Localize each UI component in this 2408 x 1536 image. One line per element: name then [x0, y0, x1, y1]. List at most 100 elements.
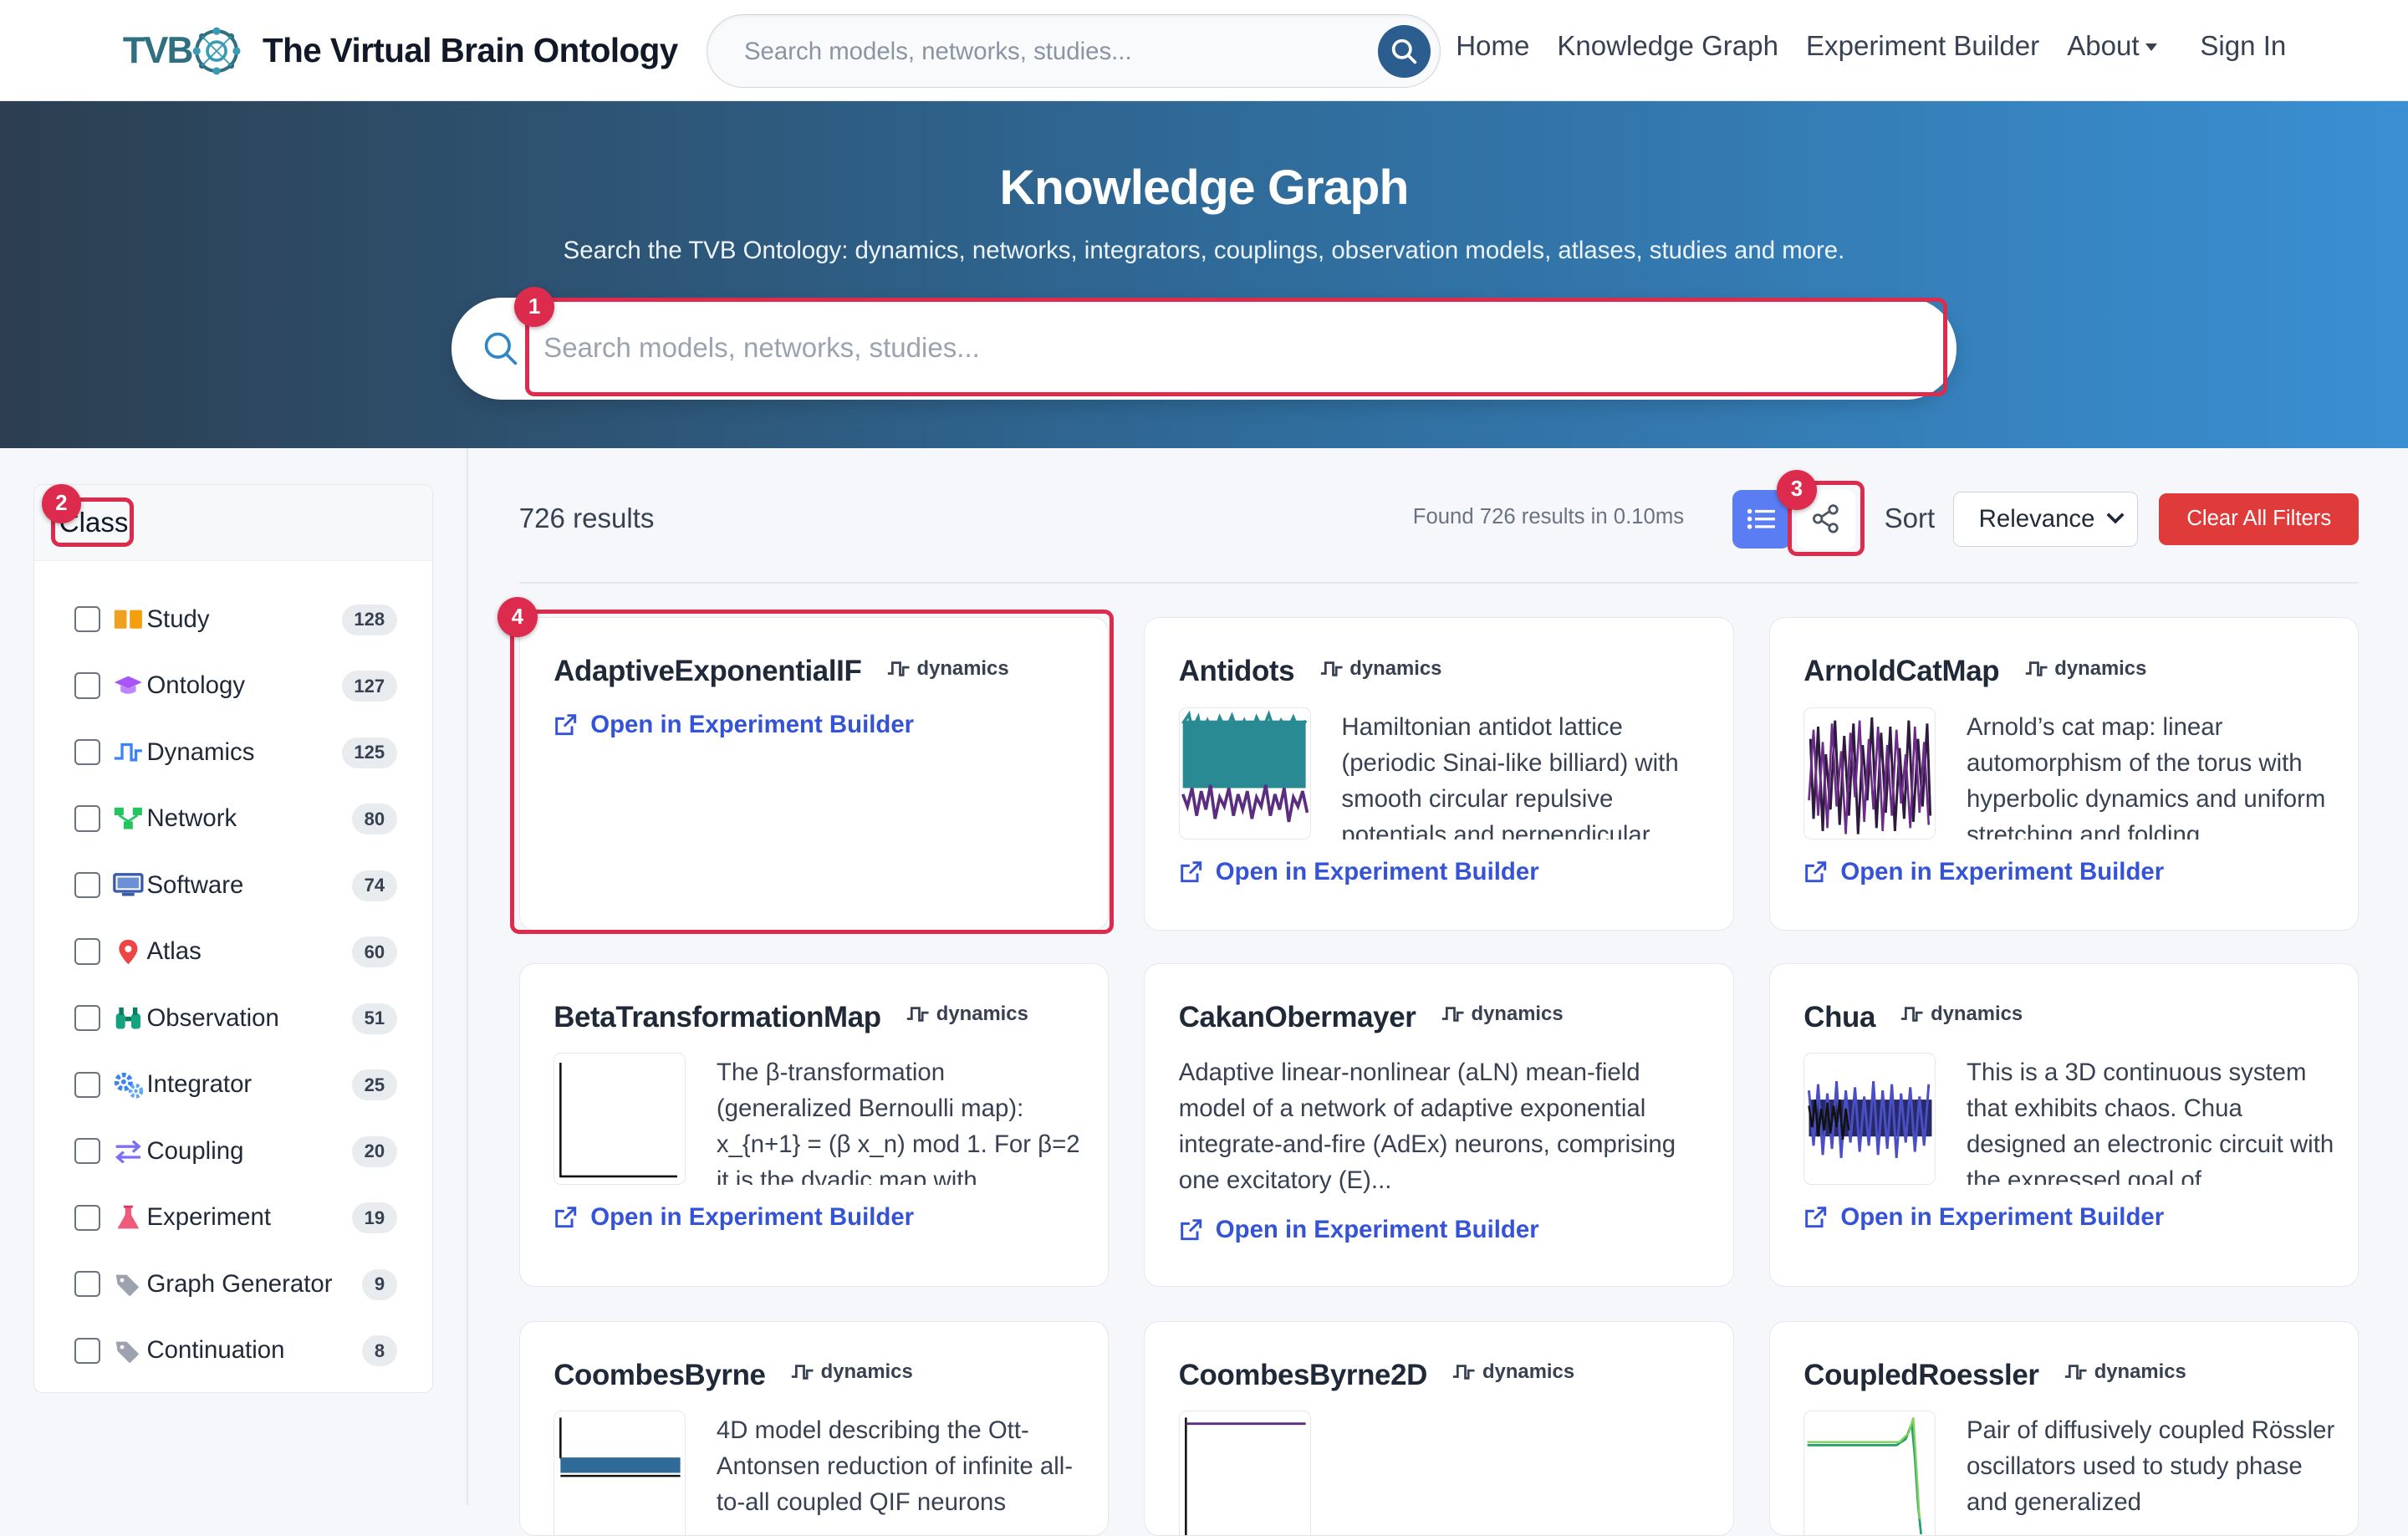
facet-checkbox[interactable]	[74, 805, 101, 832]
facet-graph-generator[interactable]: Graph Generator 9	[74, 1251, 397, 1318]
card-description: This is a 3D continuous system that exhi…	[1966, 1058, 2334, 1186]
class-badge: dynamics	[1441, 1003, 1564, 1026]
open-in-experiment-builder-link[interactable]: Open in Experiment Builder	[554, 1203, 914, 1232]
card-title[interactable]: CakanObermayer	[1179, 1001, 1416, 1033]
facet-checkbox[interactable]	[74, 605, 101, 633]
sort-select[interactable]: Relevance	[1953, 491, 2138, 547]
facet-label: Continuation	[146, 1336, 285, 1365]
facet-continuation[interactable]: Continuation 8	[74, 1317, 397, 1384]
waveform-icon	[1320, 661, 1343, 676]
facet-software[interactable]: Software 74	[74, 852, 397, 919]
flask-icon	[113, 1204, 144, 1232]
brand[interactable]: TVB The Virtual Brain Ontology	[123, 22, 678, 80]
facet-checkbox[interactable]	[74, 672, 101, 699]
facet-network[interactable]: Network 80	[74, 785, 397, 852]
class-facet-list: Study 128 Ontology 127 Dynamics 125 Netw…	[74, 586, 397, 1384]
result-card[interactable]: BetaTransformationMap dynamics The β-tran…	[518, 962, 1110, 1288]
result-card[interactable]: Chua dynamics This is a 3D continuous sys…	[1768, 962, 2360, 1288]
card-title-row: Antidots dynamics	[1179, 655, 1442, 688]
time-series-plot	[559, 1417, 681, 1477]
nav-link-knowledge-graph[interactable]: Knowledge Graph	[1557, 31, 1778, 63]
card-title[interactable]: Antidots	[1179, 655, 1295, 687]
facet-ontology[interactable]: Ontology 127	[74, 652, 397, 719]
facet-checkbox[interactable]	[74, 1271, 101, 1298]
facet-checkbox[interactable]	[74, 1005, 101, 1032]
result-card[interactable]: CoupledRoessler dynamics Pair of diffusiv…	[1768, 1320, 2360, 1536]
facet-count: 128	[341, 604, 397, 635]
external-link-icon	[555, 714, 577, 736]
open-in-experiment-builder-link[interactable]: Open in Experiment Builder	[554, 711, 914, 739]
open-in-experiment-builder-link[interactable]: Open in Experiment Builder	[1803, 1203, 2164, 1232]
facet-observation[interactable]: Observation 51	[74, 985, 397, 1052]
navbar-search-button[interactable]	[1378, 25, 1431, 78]
time-series-plot	[1184, 1417, 1306, 1535]
result-card[interactable]: CakanObermayer dynamics Adaptive linear-n…	[1144, 962, 1734, 1288]
facet-integrator[interactable]: Integrator 25	[74, 1051, 397, 1118]
open-in-experiment-builder-link[interactable]: Open in Experiment Builder	[1803, 858, 2164, 886]
nav-link-about-label: About	[2067, 30, 2140, 62]
brand-logo-text: TVB	[122, 29, 193, 71]
facet-study[interactable]: Study 128	[74, 586, 397, 653]
facet-checkbox[interactable]	[74, 871, 101, 899]
facet-count: 25	[351, 1069, 397, 1101]
result-card[interactable]: ArnoldCatMap dynamics Arnold’s cat map: l…	[1768, 617, 2360, 931]
facet-label: Coupling	[146, 1136, 244, 1165]
open-in-experiment-builder-link[interactable]: Open in Experiment Builder	[1179, 858, 1539, 886]
nav-link-home[interactable]: Home	[1456, 31, 1529, 63]
facet-experiment[interactable]: Experiment 19	[74, 1184, 397, 1251]
result-card[interactable]: AdaptiveExponentialIF dynamics Open in Ex…	[518, 617, 1110, 931]
facet-checkbox[interactable]	[74, 738, 101, 766]
result-card[interactable]: CoombesByrne dynamics 4D model describing…	[518, 1320, 1110, 1536]
monitor-icon	[113, 871, 144, 899]
facet-atlas[interactable]: Atlas 60	[74, 918, 397, 985]
nav-link-about[interactable]: About	[2067, 31, 2157, 63]
waveform-icon	[2064, 1365, 2087, 1380]
card-title[interactable]: BetaTransformationMap	[554, 1001, 881, 1033]
class-badge: dynamics	[1900, 1003, 2023, 1026]
navbar-search-input[interactable]	[741, 29, 1355, 74]
facet-label: Observation	[146, 1003, 279, 1032]
facet-checkbox[interactable]	[74, 1138, 101, 1165]
facet-label: Graph Generator	[146, 1269, 333, 1298]
facet-coupling[interactable]: Coupling 20	[74, 1118, 397, 1185]
share-nodes-icon	[1813, 504, 1839, 533]
card-title[interactable]: CoupledRoessler	[1803, 1359, 2039, 1391]
hero: Knowledge Graph Search the TVB Ontology:…	[0, 101, 2408, 449]
card-title-row: BetaTransformationMap dynamics	[554, 1001, 1028, 1034]
card-title[interactable]: CoombesByrne2D	[1179, 1359, 1428, 1391]
hero-search-input[interactable]	[540, 325, 1892, 372]
card-title[interactable]: AdaptiveExponentialIF	[554, 655, 862, 687]
time-series-plot	[1808, 1081, 1932, 1159]
card-description: Adaptive linear-nonlinear (aLN) mean-fie…	[1178, 1058, 1676, 1195]
facet-label: Atlas	[146, 937, 202, 966]
waveform-icon	[906, 1007, 929, 1022]
card-title[interactable]: CoombesByrne	[554, 1359, 766, 1391]
class-badge-label: dynamics	[936, 1003, 1028, 1025]
class-badge-label: dynamics	[916, 656, 1009, 680]
card-title[interactable]: Chua	[1803, 1001, 1875, 1033]
network-icon	[113, 805, 144, 833]
link-label: Open in Experiment Builder	[590, 710, 915, 738]
facet-checkbox[interactable]	[74, 1337, 101, 1364]
facet-dynamics[interactable]: Dynamics 125	[74, 719, 397, 786]
brand-title: The Virtual Brain Ontology	[263, 31, 678, 70]
card-title[interactable]: ArnoldCatMap	[1803, 655, 1999, 687]
facet-checkbox[interactable]	[74, 1071, 101, 1098]
card-title-row: CakanObermayer dynamics	[1179, 1001, 1564, 1034]
link-label: Open in Experiment Builder	[1840, 1203, 2165, 1232]
list-icon	[1747, 508, 1776, 529]
card-title-row: CoupledRoessler dynamics	[1803, 1359, 2186, 1392]
external-link-icon	[1180, 861, 1201, 883]
nav-link-experiment-builder[interactable]: Experiment Builder	[1806, 31, 2039, 63]
facet-checkbox[interactable]	[74, 938, 101, 965]
waveform-icon	[791, 1365, 814, 1380]
navbar-search	[706, 13, 1441, 88]
open-in-experiment-builder-link[interactable]: Open in Experiment Builder	[1179, 1216, 1539, 1244]
clear-all-filters-button[interactable]: Clear All Filters	[2159, 492, 2360, 546]
result-card[interactable]: Antidots dynamics Hamiltonian antidot lat…	[1144, 617, 1734, 931]
class-badge-label: dynamics	[820, 1360, 913, 1383]
nav-link-sign-in[interactable]: Sign In	[2200, 31, 2286, 63]
result-card[interactable]: CoombesByrne2D dynamics	[1144, 1320, 1734, 1536]
facet-checkbox[interactable]	[74, 1204, 101, 1231]
dynamics-plot-thumbnail	[1803, 1411, 1936, 1535]
